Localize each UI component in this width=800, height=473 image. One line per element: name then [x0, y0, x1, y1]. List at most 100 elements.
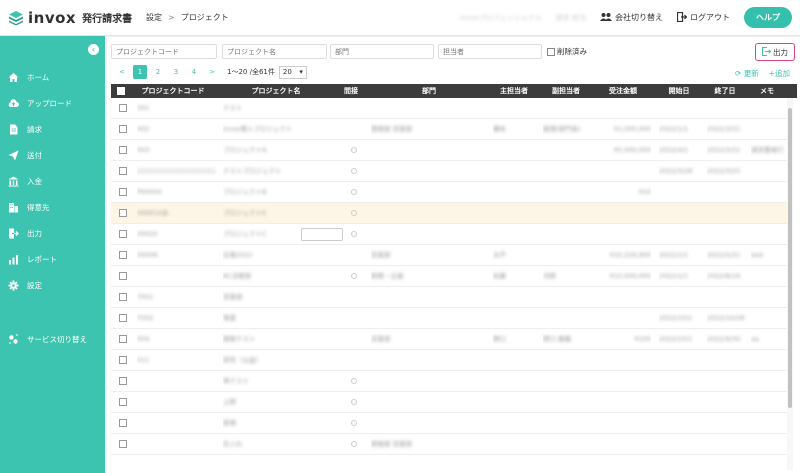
indirect-radio[interactable]	[351, 189, 357, 195]
select-all-checkbox[interactable]	[117, 87, 125, 95]
cell-memo	[751, 308, 785, 329]
table-row[interactable]: 00020 プロジェクトC	[111, 224, 787, 245]
row-checkbox[interactable]	[119, 398, 127, 406]
col-end-date[interactable]: 終了日	[705, 84, 745, 98]
cell-sub	[543, 287, 593, 308]
owner-filter[interactable]	[438, 44, 542, 59]
table-row[interactable]: T001 営業部	[111, 287, 787, 308]
row-checkbox[interactable]	[119, 146, 127, 154]
col-project-name[interactable]: プロジェクト名	[221, 84, 331, 98]
add-button[interactable]: +追加	[769, 68, 790, 79]
page-4-button[interactable]: 4	[187, 65, 201, 79]
table-row[interactable]: 新規	[111, 413, 787, 434]
cell-sub	[543, 245, 593, 266]
deleted-checkbox[interactable]: 削除済み	[547, 46, 587, 57]
col-sub-owner[interactable]: 副担当者	[541, 84, 591, 98]
sidebar-item-service-switch[interactable]: サービス切り替え	[8, 332, 87, 346]
export-icon	[8, 228, 19, 239]
row-checkbox[interactable]	[119, 314, 127, 322]
table-row[interactable]: 単テスト	[111, 371, 787, 392]
indirect-radio[interactable]	[351, 378, 357, 384]
row-checkbox[interactable]	[119, 293, 127, 301]
table-row[interactable]: 011 研究（公益）	[111, 350, 787, 371]
table-row[interactable]: KC法務部 財務・企画 佐藤 河原 ¥10,000,000 2022/1/1 2022/6/…	[111, 266, 787, 287]
department-filter[interactable]	[330, 44, 434, 59]
row-action-button[interactable]	[301, 228, 343, 241]
row-checkbox[interactable]	[119, 272, 127, 280]
sidebar-item-send[interactable]: 送付	[8, 148, 42, 162]
deleted-checkbox-box[interactable]	[547, 47, 555, 56]
indirect-radio[interactable]	[351, 420, 357, 426]
sidebar-item-export[interactable]: 出力	[8, 226, 42, 240]
cell-start-text: 2022/10/1	[659, 335, 693, 343]
sidebar-item-settings[interactable]: 設定	[8, 278, 42, 292]
chevron-left-icon[interactable]: ‹	[88, 44, 99, 55]
row-checkbox[interactable]	[119, 356, 127, 364]
indirect-radio[interactable]	[351, 231, 357, 237]
sidebar-item-report[interactable]: レポート	[8, 252, 57, 266]
page-3-button[interactable]: 3	[169, 65, 183, 79]
page-2-button[interactable]: 2	[151, 65, 165, 79]
table-row[interactable]: 00006 広報2022 営業部 水戸 ¥10,229,900 2022/1/1 2022/…	[111, 245, 787, 266]
page-1-button[interactable]: 1	[133, 65, 147, 79]
project-name-filter[interactable]	[222, 44, 327, 59]
indirect-radio[interactable]	[351, 399, 357, 405]
table-row[interactable]: 000014あ プロジェクトE	[111, 203, 787, 224]
row-checkbox-cell	[119, 119, 127, 140]
sidebar-item-clients[interactable]: 得意先	[8, 200, 50, 214]
col-memo[interactable]: メモ	[751, 84, 783, 98]
table-row[interactable]: 上野	[111, 392, 787, 413]
table-row[interactable]: 003 プロジェクトA ¥5,000,000 2022/4/1 2022/3/31 請求書…	[111, 140, 787, 161]
row-checkbox[interactable]	[119, 377, 127, 385]
row-checkbox[interactable]	[119, 335, 127, 343]
col-start-date[interactable]: 開始日	[654, 84, 704, 98]
row-checkbox[interactable]	[119, 188, 127, 196]
switch-company-icon	[600, 12, 612, 24]
logout-button[interactable]: ログアウト	[676, 11, 730, 24]
indirect-radio[interactable]	[351, 210, 357, 216]
indirect-radio[interactable]	[351, 273, 357, 279]
row-checkbox[interactable]	[119, 419, 127, 427]
indirect-radio[interactable]	[351, 168, 357, 174]
table-row[interactable]: 社入れ 開発部 営業部	[111, 434, 787, 455]
col-project-code[interactable]: プロジェクトコード	[135, 84, 211, 98]
sidebar-item-invoice[interactable]: 請求	[8, 122, 42, 136]
cell-name-text: 広報2022	[223, 251, 253, 259]
row-checkbox[interactable]	[119, 251, 127, 259]
project-code-filter[interactable]	[111, 44, 217, 59]
col-department[interactable]: 部門	[371, 84, 487, 98]
document-icon	[8, 124, 19, 135]
row-checkbox[interactable]	[119, 104, 127, 112]
table-row[interactable]: 002 invox導入プロジェクト 開発部 営業部 橋本 経理(部門長) ¥1,000,0…	[111, 119, 787, 140]
switch-company-button[interactable]: 会社切り替え	[600, 12, 663, 24]
col-amount[interactable]: 受注金額	[597, 84, 649, 98]
vertical-scrollbar[interactable]	[787, 98, 793, 470]
prev-page-button[interactable]: <	[115, 65, 129, 79]
sidebar-item-payment[interactable]: 入金	[8, 174, 42, 188]
scrollbar-thumb[interactable]	[788, 108, 792, 408]
col-indirect[interactable]: 間接	[339, 84, 363, 98]
help-button[interactable]: ヘルプ	[744, 7, 792, 28]
next-page-button[interactable]: >	[205, 65, 219, 79]
row-checkbox[interactable]	[119, 167, 127, 175]
indirect-radio[interactable]	[351, 147, 357, 153]
refresh-button[interactable]: ⟳ 更新	[735, 68, 759, 79]
per-page-select[interactable]: 20 ▾	[278, 65, 307, 79]
col-main-owner[interactable]: 主担当者	[491, 84, 537, 98]
breadcrumb-settings[interactable]: 設定	[146, 12, 162, 23]
select-all-cell	[115, 84, 127, 98]
table-row[interactable]: 001 テスト	[111, 98, 787, 119]
row-checkbox[interactable]	[119, 230, 127, 238]
table-row[interactable]: 004 開発テスト 営業部 野口 野口 勝義 ¥100 2022/10/1 2022/9/30…	[111, 329, 787, 350]
logo[interactable]: invox 発行請求書	[0, 9, 140, 27]
table-row[interactable]: T002 事業 2022/10/1 2022/10/28	[111, 308, 787, 329]
row-checkbox[interactable]	[119, 209, 127, 217]
sidebar-item-home[interactable]: ホーム	[8, 70, 49, 84]
table-row[interactable]: P00004 プロジェクトB ¥10	[111, 182, 787, 203]
table-row[interactable]: 1111111111111111111 テストプロジェクト 2022/3/28 202…	[111, 161, 787, 182]
sidebar-item-upload[interactable]: アップロード	[8, 96, 72, 110]
indirect-radio[interactable]	[351, 441, 357, 447]
row-checkbox[interactable]	[119, 125, 127, 133]
row-checkbox[interactable]	[119, 440, 127, 448]
export-button[interactable]: 出力	[755, 43, 795, 61]
